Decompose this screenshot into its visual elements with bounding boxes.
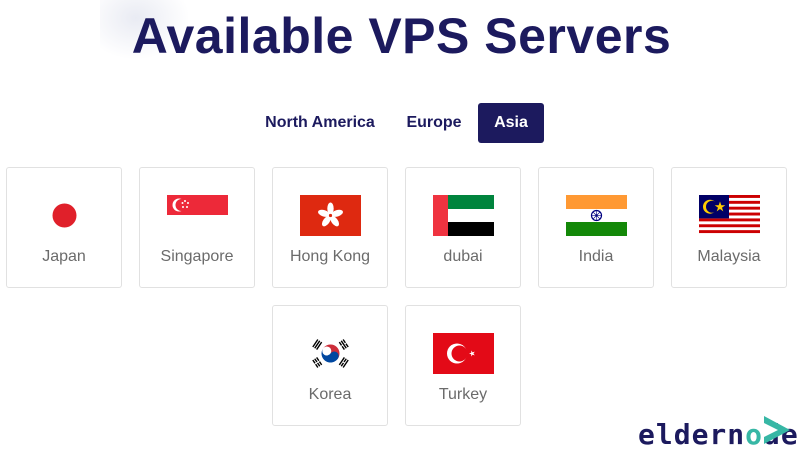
play-triangle-logo-icon <box>762 414 792 451</box>
region-tabs: North America Europe Asia <box>0 103 803 143</box>
country-label: Japan <box>42 248 86 265</box>
server-card-singapore[interactable]: Singapore <box>139 167 255 288</box>
country-label: India <box>578 248 614 265</box>
turkey-flag-icon <box>433 333 494 374</box>
india-flag-icon <box>566 195 627 236</box>
country-label: Hong Kong <box>289 248 371 265</box>
country-label: Turkey <box>438 386 488 403</box>
server-card-turkey[interactable]: Turkey <box>405 305 521 426</box>
tab-north-america[interactable]: North America <box>256 103 384 143</box>
server-card-dubai[interactable]: dubai <box>405 167 521 288</box>
server-card-malaysia[interactable]: Malaysia <box>671 167 787 288</box>
tab-europe[interactable]: Europe <box>398 103 470 143</box>
server-card-korea[interactable]: Korea <box>272 305 388 426</box>
malaysia-flag-icon <box>699 195 760 236</box>
server-card-india[interactable]: India <box>538 167 654 288</box>
eldernode-logo: eldernode <box>638 412 798 452</box>
singapore-flag-icon <box>167 195 228 236</box>
server-card-japan[interactable]: Japan <box>6 167 122 288</box>
server-card-hong-kong[interactable]: Hong Kong <box>272 167 388 288</box>
country-label: Malaysia <box>697 248 761 265</box>
country-label: dubai <box>443 248 483 265</box>
tab-asia[interactable]: Asia <box>478 103 544 143</box>
korea-flag-icon <box>300 333 361 374</box>
page-title: Available VPS Servers <box>131 8 672 64</box>
hong-kong-flag-icon <box>300 195 361 236</box>
country-label: Singapore <box>160 248 234 265</box>
uae-flag-icon <box>433 195 494 236</box>
country-label: Korea <box>308 386 352 403</box>
japan-flag-icon <box>34 195 95 236</box>
